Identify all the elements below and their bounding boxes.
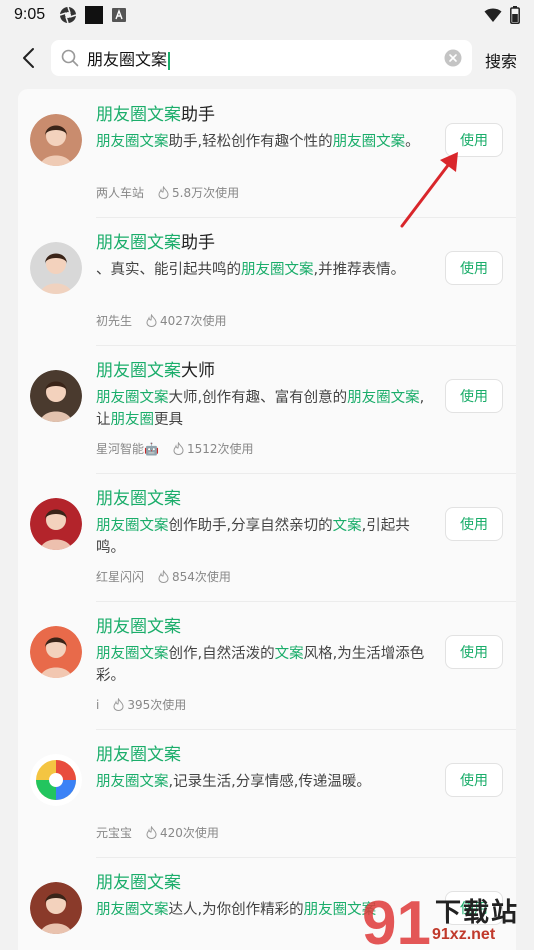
divider — [96, 857, 516, 858]
shutter-icon — [59, 6, 77, 24]
use-button[interactable]: 使用 — [445, 379, 503, 413]
flame-icon — [146, 314, 157, 327]
item-description: 朋友圈文案创作,自然活泼的文案风格,为生活增添色彩。 — [96, 646, 425, 684]
item-title: 朋友圈文案 — [96, 489, 181, 509]
use-button[interactable]: 使用 — [445, 251, 503, 285]
avatar — [30, 882, 82, 934]
item-title: 朋友圈文案 — [96, 873, 181, 893]
status-bar: 9:05 — [0, 0, 534, 30]
watermark-brand: 下载站 — [435, 897, 520, 927]
flame-icon — [158, 570, 169, 583]
author-name: 红星闪闪 — [96, 570, 145, 584]
svg-text:91: 91 — [362, 889, 431, 950]
use-button[interactable]: 使用 — [445, 507, 503, 541]
item-description: 朋友圈文案创作助手,分享自然亲切的文案,引起共鸣。 — [96, 518, 410, 556]
search-row: 朋友圈文案 搜索 — [0, 40, 534, 76]
list-item[interactable]: 朋友圈文案朋友圈文案创作,自然活泼的文案风格,为生活增添色彩。 i 395次使用 使用 — [18, 601, 516, 729]
black-square-icon — [85, 6, 104, 24]
divider — [96, 345, 516, 346]
search-button[interactable]: 搜索 — [485, 48, 517, 72]
avatar — [30, 114, 82, 166]
list-item[interactable]: 朋友圈文案朋友圈文案,记录生活,分享情感,传递温暖。 元宝宝 420次使用 使用 — [18, 729, 516, 857]
flame-icon — [113, 698, 124, 711]
list-item[interactable]: 朋友圈文案助手、真实、能引起共鸣的朋友圈文案,并推荐表情。 初先生 4027次使用 使… — [18, 217, 516, 345]
list-item[interactable]: 朋友圈文案大师朋友圈文案大师,创作有趣、富有创意的朋友圈文案,让朋友圈更具星河智… — [18, 345, 516, 473]
usage-count: 395次使用 — [113, 696, 186, 713]
item-meta: 红星闪闪 854次使用 — [96, 568, 231, 585]
item-description: 朋友圈文案助手,轻松创作有趣个性的朋友圈文案。 — [96, 134, 420, 150]
author-name: 星河智能🤖 — [96, 442, 159, 456]
item-meta: i 395次使用 — [96, 696, 186, 713]
use-button[interactable]: 使用 — [445, 635, 503, 669]
item-meta: 两人车站 5.8万次使用 — [96, 184, 239, 201]
back-button[interactable] — [8, 40, 48, 76]
usage-count: 854次使用 — [158, 568, 231, 585]
search-input[interactable]: 朋友圈文案 — [51, 40, 472, 76]
divider — [96, 473, 516, 474]
item-title: 朋友圈文案助手 — [96, 233, 215, 253]
search-query: 朋友圈文案 — [87, 46, 171, 70]
author-name: i — [96, 697, 100, 712]
clear-icon[interactable] — [444, 49, 462, 67]
back-arrow-icon — [23, 48, 34, 68]
avatar — [30, 498, 82, 550]
battery-icon — [510, 6, 520, 24]
avatar — [30, 626, 82, 678]
usage-count: 5.8万次使用 — [158, 184, 239, 201]
flame-icon — [158, 186, 169, 199]
item-description: 朋友圈文案,记录生活,分享情感,传递温暖。 — [96, 774, 371, 790]
use-button[interactable]: 使用 — [445, 763, 503, 797]
watermark-url: 91xz.net — [432, 926, 496, 943]
item-title: 朋友圈文案 — [96, 745, 181, 765]
author-name: 初先生 — [96, 314, 133, 328]
divider — [96, 601, 516, 602]
a-box-icon — [112, 8, 127, 22]
author-name: 元宝宝 — [96, 826, 133, 840]
avatar — [30, 370, 82, 422]
item-description: 朋友圈文案大师,创作有趣、富有创意的朋友圈文案,让朋友圈更具 — [96, 390, 425, 428]
item-description: 、真实、能引起共鸣的朋友圈文案,并推荐表情。 — [96, 262, 406, 278]
text-caret — [168, 51, 171, 70]
usage-count: 1512次使用 — [173, 440, 254, 457]
item-title: 朋友圈文案助手 — [96, 105, 215, 125]
flame-icon — [146, 826, 157, 839]
author-name: 两人车站 — [96, 186, 145, 200]
usage-count: 420次使用 — [146, 824, 219, 841]
list-item[interactable]: 朋友圈文案朋友圈文案创作助手,分享自然亲切的文案,引起共鸣。红星闪闪 854次使用… — [18, 473, 516, 601]
avatar — [30, 754, 82, 806]
search-icon — [61, 49, 79, 67]
usage-count: 4027次使用 — [146, 312, 227, 329]
item-meta: 星河智能🤖 1512次使用 — [96, 440, 254, 457]
wifi-icon — [484, 8, 502, 22]
item-title: 朋友圈文案 — [96, 617, 181, 637]
item-title: 朋友圈文案大师 — [96, 361, 215, 381]
item-meta: 元宝宝 420次使用 — [96, 824, 219, 841]
item-meta: 初先生 4027次使用 — [96, 312, 227, 329]
avatar — [30, 242, 82, 294]
flame-icon — [173, 442, 184, 455]
status-time: 9:05 — [14, 6, 46, 23]
divider — [96, 729, 516, 730]
annotation-arrow — [400, 152, 458, 228]
